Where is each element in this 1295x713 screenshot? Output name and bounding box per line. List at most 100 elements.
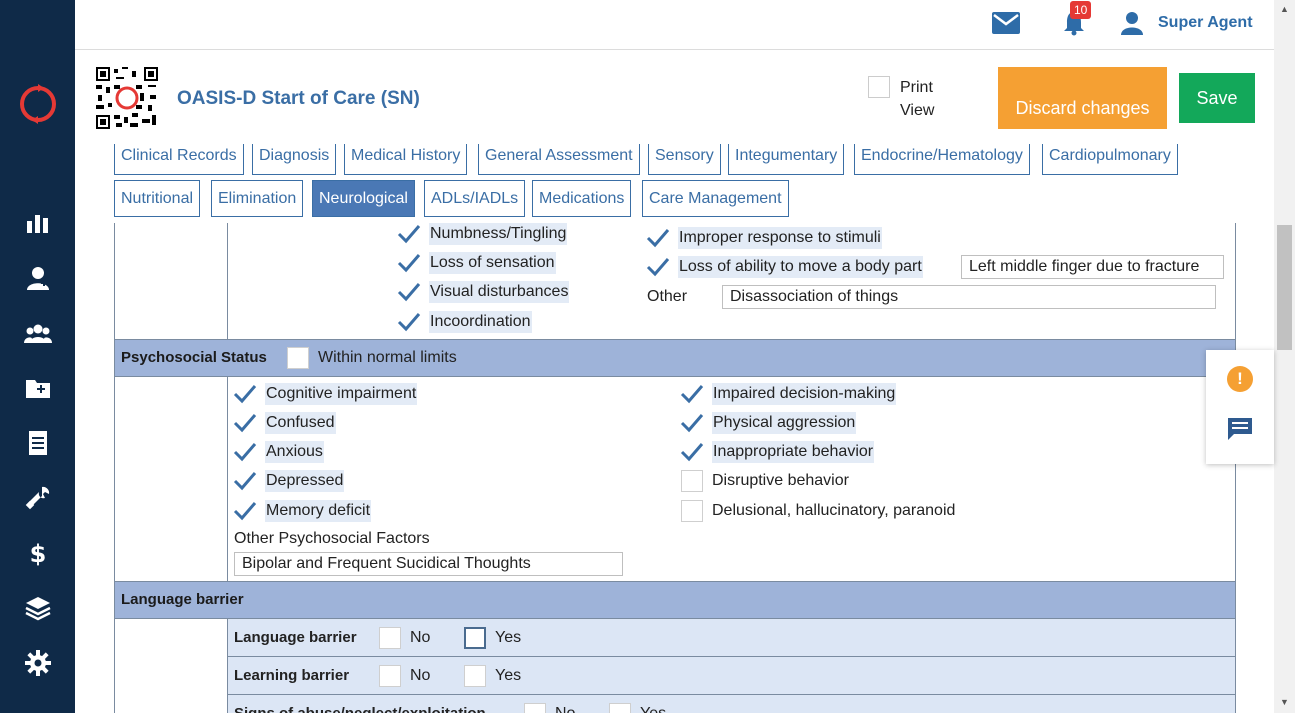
- checkmark-icon: [233, 502, 257, 521]
- option-label: Yes: [640, 705, 666, 713]
- other-psychosocial-input[interactable]: Bipolar and Frequent Sucidical Thoughts: [234, 552, 623, 576]
- neuro-improper-response-checkbox[interactable]: Improper response to stimuli: [646, 227, 882, 249]
- neuro-incoordination-checkbox[interactable]: Incoordination: [397, 311, 532, 333]
- qr-code-icon: [96, 67, 158, 129]
- section-title: Language barrier: [121, 591, 244, 608]
- learning-barrier-no[interactable]: No: [379, 665, 430, 687]
- psych-option-label: Disruptive behavior: [712, 472, 849, 489]
- neuro-option-label: Numbness/Tingling: [429, 223, 568, 245]
- psych-option-label: Memory deficit: [265, 500, 372, 522]
- gear-icon[interactable]: [22, 647, 54, 679]
- checkbox-box: [379, 665, 401, 687]
- language-barrier-row: Language barrier No Yes: [228, 619, 1235, 657]
- psych-depressed-checkbox[interactable]: Depressed: [233, 470, 345, 492]
- checkmark-icon: [646, 258, 670, 277]
- option-label: No: [555, 705, 575, 713]
- tab-clinical-records[interactable]: Clinical Records: [114, 144, 244, 175]
- neuro-other-label: Other: [647, 288, 688, 305]
- language-barrier-no[interactable]: No: [379, 627, 430, 649]
- psych-disruptive-checkbox[interactable]: Disruptive behavior: [681, 470, 850, 492]
- abuse-signs-row: Signs of abuse/neglect/exploitation No Y…: [228, 695, 1235, 713]
- tab-neurological[interactable]: Neurological: [312, 180, 415, 217]
- folder-add-icon[interactable]: [22, 372, 54, 404]
- checkbox-box: [524, 703, 546, 713]
- checkmark-icon: [233, 414, 257, 433]
- chat-icon[interactable]: [1226, 416, 1254, 447]
- scroll-down-icon[interactable]: ▼: [1280, 697, 1289, 707]
- form-content: Clinical Records Diagnosis Medical Histo…: [96, 144, 1274, 713]
- section-title: Psychosocial Status: [121, 349, 267, 366]
- learning-barrier-yes[interactable]: Yes: [464, 665, 521, 687]
- neuro-visual-checkbox[interactable]: Visual disturbances: [397, 281, 570, 303]
- dollar-icon[interactable]: $: [22, 537, 54, 569]
- checkmark-icon: [680, 414, 704, 433]
- psych-physical-aggression-checkbox[interactable]: Physical aggression: [680, 412, 857, 434]
- psych-option-label: Impaired decision-making: [712, 383, 897, 405]
- option-label: Yes: [495, 667, 522, 684]
- psych-option-label: Anxious: [265, 441, 324, 463]
- chart-icon[interactable]: [22, 207, 54, 239]
- tab-endocrine-hematology[interactable]: Endocrine/Hematology: [854, 144, 1030, 175]
- tab-sensory[interactable]: Sensory: [648, 144, 721, 175]
- notification-badge: 10: [1070, 1, 1092, 19]
- psych-option-label: Inappropriate behavior: [712, 441, 875, 463]
- scroll-up-icon[interactable]: ▲: [1280, 4, 1289, 14]
- tab-nutritional[interactable]: Nutritional: [114, 180, 201, 217]
- layers-icon[interactable]: [22, 592, 54, 624]
- form-header: OASIS-D Start of Care (SN) Print View Di…: [75, 51, 1274, 144]
- user-icon[interactable]: [1121, 11, 1143, 40]
- checkbox-box: [464, 627, 486, 649]
- scrollbar-thumb[interactable]: [1277, 225, 1292, 350]
- group-icon[interactable]: [22, 317, 54, 349]
- psych-inappropriate-checkbox[interactable]: Inappropriate behavior: [680, 441, 875, 463]
- document-icon[interactable]: [22, 427, 54, 459]
- learning-barrier-row: Learning barrier No Yes: [228, 657, 1235, 695]
- tab-cardiopulmonary[interactable]: Cardiopulmonary: [1042, 144, 1178, 175]
- checkbox-box: [681, 500, 703, 522]
- abuse-signs-no[interactable]: No: [524, 703, 575, 713]
- psych-option-label: Depressed: [265, 470, 345, 492]
- save-button[interactable]: Save: [1179, 73, 1255, 123]
- neuro-loss-sensation-checkbox[interactable]: Loss of sensation: [397, 252, 556, 274]
- psych-delusional-checkbox[interactable]: Delusional, hallucinatory, paranoid: [681, 500, 956, 522]
- option-label: Yes: [495, 629, 522, 646]
- psych-cognitive-checkbox[interactable]: Cognitive impairment: [233, 383, 418, 405]
- abuse-signs-yes[interactable]: Yes: [609, 703, 666, 713]
- discard-changes-button[interactable]: Discard changes: [998, 67, 1167, 129]
- neuro-other-input[interactable]: Disassociation of things: [722, 285, 1216, 309]
- checkmark-icon: [397, 283, 421, 302]
- checkbox-box: [379, 627, 401, 649]
- user-name[interactable]: Super Agent: [1158, 14, 1253, 32]
- row-label: Signs of abuse/neglect/exploitation: [234, 705, 486, 713]
- tab-medications[interactable]: Medications: [532, 180, 632, 217]
- tab-integumentary[interactable]: Integumentary: [728, 144, 845, 175]
- psych-option-label: Confused: [265, 412, 336, 434]
- psych-memory-checkbox[interactable]: Memory deficit: [233, 500, 372, 522]
- patient-icon[interactable]: [22, 262, 54, 294]
- tab-adls-iadls[interactable]: ADLs/IADLs: [424, 180, 526, 217]
- svg-text:$: $: [30, 540, 47, 567]
- body-part-detail-input[interactable]: Left middle finger due to fracture: [961, 255, 1224, 279]
- tab-diagnosis[interactable]: Diagnosis: [252, 144, 337, 175]
- page-scrollbar[interactable]: ▲ ▼: [1274, 0, 1295, 713]
- tab-care-management[interactable]: Care Management: [642, 180, 789, 217]
- language-barrier-yes[interactable]: Yes: [464, 627, 521, 649]
- print-view-checkbox[interactable]: [868, 76, 890, 98]
- psych-impaired-decision-checkbox[interactable]: Impaired decision-making: [680, 383, 897, 405]
- neuro-numbness-checkbox[interactable]: Numbness/Tingling: [397, 223, 568, 245]
- psych-confused-checkbox[interactable]: Confused: [233, 412, 336, 434]
- checkmark-icon: [233, 472, 257, 491]
- logo-icon[interactable]: [18, 84, 58, 124]
- wrench-icon[interactable]: [22, 482, 54, 514]
- option-label: No: [410, 629, 431, 646]
- tab-medical-history[interactable]: Medical History: [344, 144, 468, 175]
- tab-elimination[interactable]: Elimination: [211, 180, 304, 217]
- within-normal-limits-checkbox[interactable]: Within normal limits: [287, 347, 458, 369]
- alert-icon[interactable]: !: [1227, 366, 1253, 392]
- page-title: OASIS-D Start of Care (SN): [177, 88, 420, 109]
- neuro-loss-ability-checkbox[interactable]: Loss of ability to move a body part: [646, 256, 923, 278]
- tab-general-assessment[interactable]: General Assessment: [478, 144, 640, 175]
- language-label-column: [115, 619, 228, 713]
- psych-anxious-checkbox[interactable]: Anxious: [233, 441, 324, 463]
- mail-icon[interactable]: [992, 12, 1020, 39]
